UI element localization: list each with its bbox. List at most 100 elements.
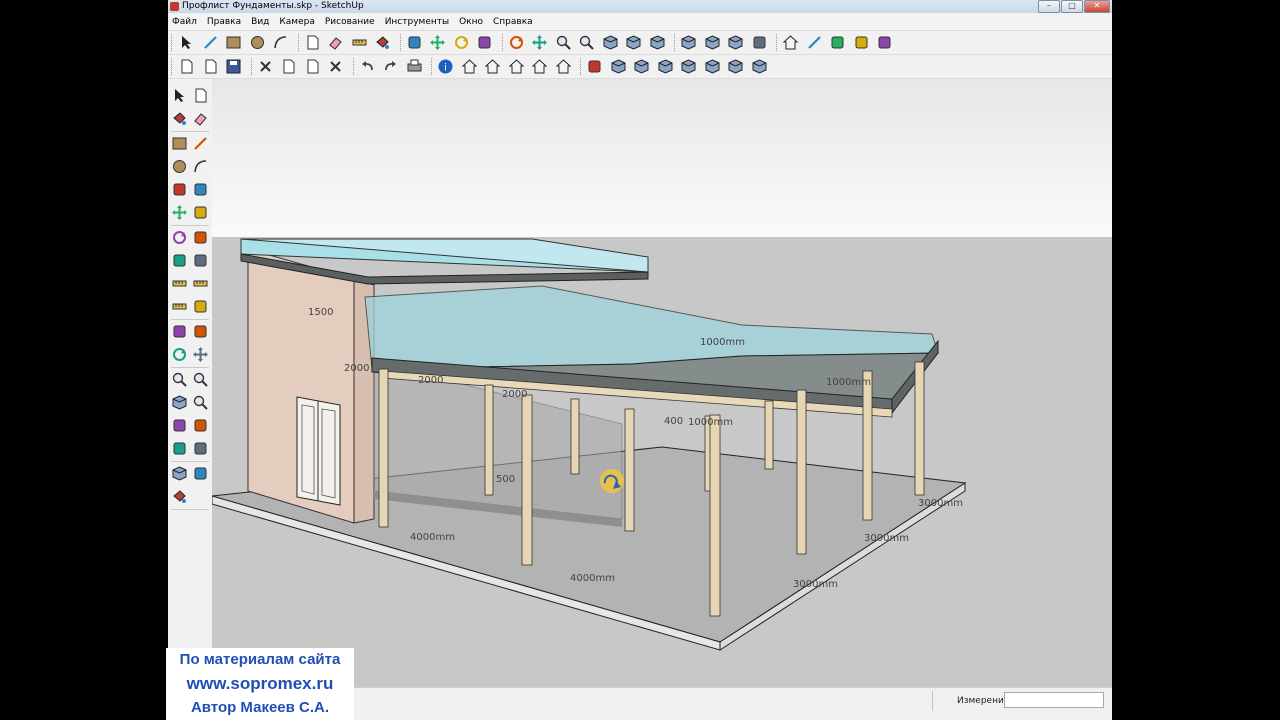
model-info-icon[interactable]: i — [437, 58, 454, 75]
tape-measure-icon[interactable] — [351, 34, 368, 51]
arc-icon[interactable] — [272, 34, 289, 51]
pan-icon[interactable] — [192, 346, 209, 363]
look-around-icon[interactable] — [192, 417, 209, 434]
undo-icon[interactable] — [359, 58, 376, 75]
post-4[interactable] — [570, 398, 580, 475]
circle-icon[interactable] — [171, 158, 188, 175]
zoom-extents-icon[interactable] — [578, 34, 595, 51]
post-10[interactable] — [862, 370, 873, 521]
minimize-button[interactable]: – — [1038, 0, 1060, 13]
zoom-icon[interactable] — [555, 34, 572, 51]
3d-text-icon[interactable] — [192, 323, 209, 340]
open-file-icon[interactable] — [202, 58, 219, 75]
orbit-icon[interactable] — [171, 346, 188, 363]
dimension-icon[interactable] — [192, 275, 209, 292]
follow-me-icon[interactable] — [476, 34, 493, 51]
top-view-icon[interactable] — [625, 34, 642, 51]
post-1[interactable] — [378, 368, 389, 528]
zoom-icon[interactable] — [171, 371, 188, 388]
copy-icon[interactable] — [280, 58, 297, 75]
back-box-icon[interactable] — [727, 58, 744, 75]
delete-icon[interactable] — [327, 58, 344, 75]
circle-icon[interactable] — [249, 34, 266, 51]
pencil-icon[interactable] — [202, 34, 219, 51]
top-box-icon[interactable] — [657, 58, 674, 75]
hidden-line-icon[interactable] — [806, 34, 823, 51]
section-plane-icon[interactable] — [192, 440, 209, 457]
line-icon[interactable] — [192, 135, 209, 152]
menu-help[interactable]: Справка — [489, 14, 539, 30]
roof-icon[interactable] — [531, 58, 548, 75]
rectangle-icon[interactable] — [225, 34, 242, 51]
paint-icon[interactable] — [171, 488, 188, 505]
tape-measure-icon[interactable] — [171, 275, 188, 292]
close-button[interactable]: ✕ — [1084, 0, 1110, 13]
menu-window[interactable]: Окно — [455, 14, 489, 30]
house-view-icon[interactable] — [461, 58, 478, 75]
print-icon[interactable] — [406, 58, 423, 75]
sandbox-icon[interactable] — [171, 465, 188, 482]
walk-icon[interactable] — [171, 417, 188, 434]
menu-view[interactable]: Вид — [247, 14, 275, 30]
axes-icon[interactable] — [171, 323, 188, 340]
maximize-button[interactable]: □ — [1061, 0, 1083, 13]
push-pull-icon[interactable] — [406, 34, 423, 51]
post-8[interactable] — [764, 400, 774, 470]
scale-icon[interactable] — [171, 252, 188, 269]
menu-file[interactable]: Файл — [168, 14, 203, 30]
pan-icon[interactable] — [531, 34, 548, 51]
iso-box-icon[interactable] — [633, 58, 650, 75]
monochrome-icon[interactable] — [876, 34, 893, 51]
xray-icon[interactable] — [751, 34, 768, 51]
measurements-input[interactable] — [1004, 692, 1104, 708]
freehand-icon[interactable] — [192, 181, 209, 198]
arc-icon[interactable] — [192, 158, 209, 175]
menu-camera[interactable]: Камера — [275, 14, 320, 30]
post-7[interactable] — [709, 414, 721, 617]
zoom-window-icon[interactable] — [192, 371, 209, 388]
select-icon[interactable] — [171, 87, 188, 104]
push-icon[interactable] — [192, 465, 209, 482]
right-box-icon[interactable] — [704, 58, 721, 75]
protractor-icon[interactable] — [171, 298, 188, 315]
paste-icon[interactable] — [304, 58, 321, 75]
paint-bucket-icon[interactable] — [374, 34, 391, 51]
offset-icon[interactable] — [192, 252, 209, 269]
textured-icon[interactable] — [853, 34, 870, 51]
menu-edit[interactable]: Правка — [203, 14, 247, 30]
follow-me-icon[interactable] — [192, 229, 209, 246]
front-view-icon[interactable] — [649, 34, 666, 51]
toolbar-grip[interactable] — [171, 34, 175, 51]
redo-icon[interactable] — [382, 58, 399, 75]
previous-view-icon[interactable] — [171, 394, 188, 411]
rectangle-icon[interactable] — [171, 135, 188, 152]
left-view-icon[interactable] — [727, 34, 744, 51]
model-viewport[interactable]: 1500 2000 2000 2000 1000mm 1000mm 400 10… — [212, 79, 1112, 687]
frame-icon[interactable] — [555, 58, 572, 75]
menu-draw[interactable]: Рисование — [321, 14, 381, 30]
menu-tools[interactable]: Инструменты — [381, 14, 455, 30]
position-camera-icon[interactable] — [171, 440, 188, 457]
toolbar-grip[interactable] — [171, 58, 175, 75]
move-icon[interactable] — [429, 34, 446, 51]
door-icon[interactable] — [484, 58, 501, 75]
shaded-icon[interactable] — [829, 34, 846, 51]
select-icon[interactable] — [178, 34, 195, 51]
post-2[interactable] — [484, 384, 494, 496]
orbit-icon[interactable] — [508, 34, 525, 51]
iso-view-icon[interactable] — [602, 34, 619, 51]
post-3[interactable] — [521, 394, 533, 566]
rotate-icon[interactable] — [453, 34, 470, 51]
back-view-icon[interactable] — [704, 34, 721, 51]
post-9[interactable] — [796, 389, 807, 555]
home-icon[interactable] — [508, 58, 525, 75]
text-icon[interactable] — [192, 298, 209, 315]
wireframe-icon[interactable] — [782, 34, 799, 51]
rotate-icon[interactable] — [171, 229, 188, 246]
left-box-icon[interactable] — [751, 58, 768, 75]
paint-bucket-icon[interactable] — [171, 110, 188, 127]
right-view-icon[interactable] — [680, 34, 697, 51]
cut-icon[interactable] — [257, 58, 274, 75]
post-11[interactable] — [914, 361, 925, 496]
move-icon[interactable] — [171, 204, 188, 221]
